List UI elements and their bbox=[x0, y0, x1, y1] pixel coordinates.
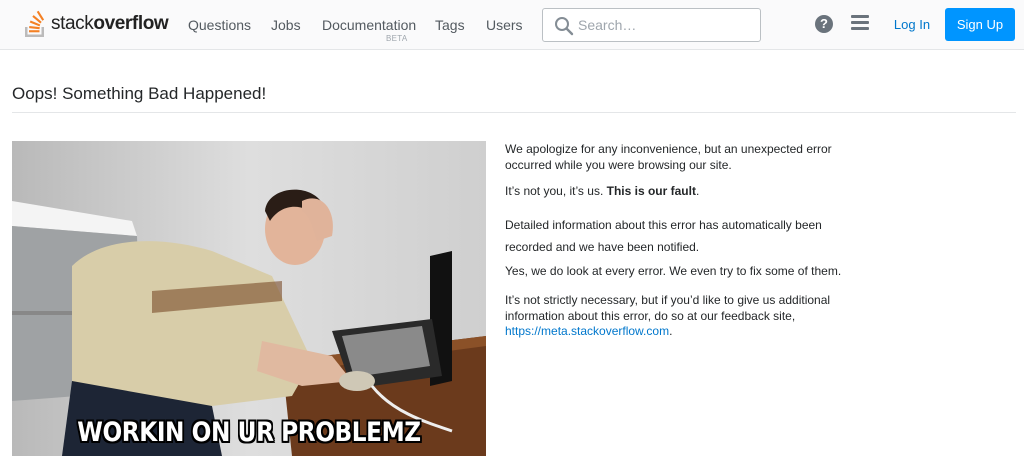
apology-paragraph: We apologize for any inconvenience, but … bbox=[505, 142, 832, 172]
nav-questions[interactable]: Questions bbox=[188, 17, 251, 33]
feedback-paragraph: It’s not strictly necessary, but if you’… bbox=[505, 293, 831, 338]
signup-button[interactable]: Sign Up bbox=[945, 8, 1015, 41]
nav-users[interactable]: Users bbox=[486, 17, 523, 33]
search-box bbox=[542, 8, 761, 42]
page-title: Oops! Something Bad Happened! bbox=[12, 84, 267, 103]
fix-paragraph: Yes, we do look at every error. We even … bbox=[505, 264, 842, 278]
logo-wordmark: stackoverflow bbox=[51, 13, 169, 34]
nav-jobs[interactable]: Jobs bbox=[271, 17, 301, 33]
hamburger-menu-icon[interactable] bbox=[851, 15, 869, 33]
office-photo-graphic bbox=[12, 141, 486, 456]
help-icon[interactable]: ? bbox=[815, 15, 833, 33]
nav-tags[interactable]: Tags bbox=[435, 17, 465, 33]
nav-documentation[interactable]: Documentation bbox=[322, 17, 416, 33]
stackoverflow-logo-icon bbox=[25, 10, 45, 37]
error-illustration: WORKIN ON UR PROBLEMZ bbox=[12, 141, 486, 456]
top-bar: stackoverflow Questions Jobs Documentati… bbox=[0, 0, 1024, 50]
fault-paragraph: It’s not you, it’s us. This is our fault… bbox=[505, 184, 700, 198]
login-link[interactable]: Log In bbox=[885, 8, 939, 41]
meme-caption: WORKIN ON UR PROBLEMZ bbox=[77, 417, 421, 448]
stackoverflow-logo[interactable]: stackoverflow bbox=[24, 8, 169, 40]
recorded-paragraph: Detailed information about this error ha… bbox=[505, 218, 822, 254]
title-divider bbox=[12, 112, 1016, 113]
search-input[interactable] bbox=[578, 15, 753, 35]
beta-badge: BETA bbox=[386, 34, 408, 43]
meta-feedback-link[interactable]: https://meta.stackoverflow.com bbox=[505, 324, 669, 338]
search-icon bbox=[555, 17, 574, 36]
